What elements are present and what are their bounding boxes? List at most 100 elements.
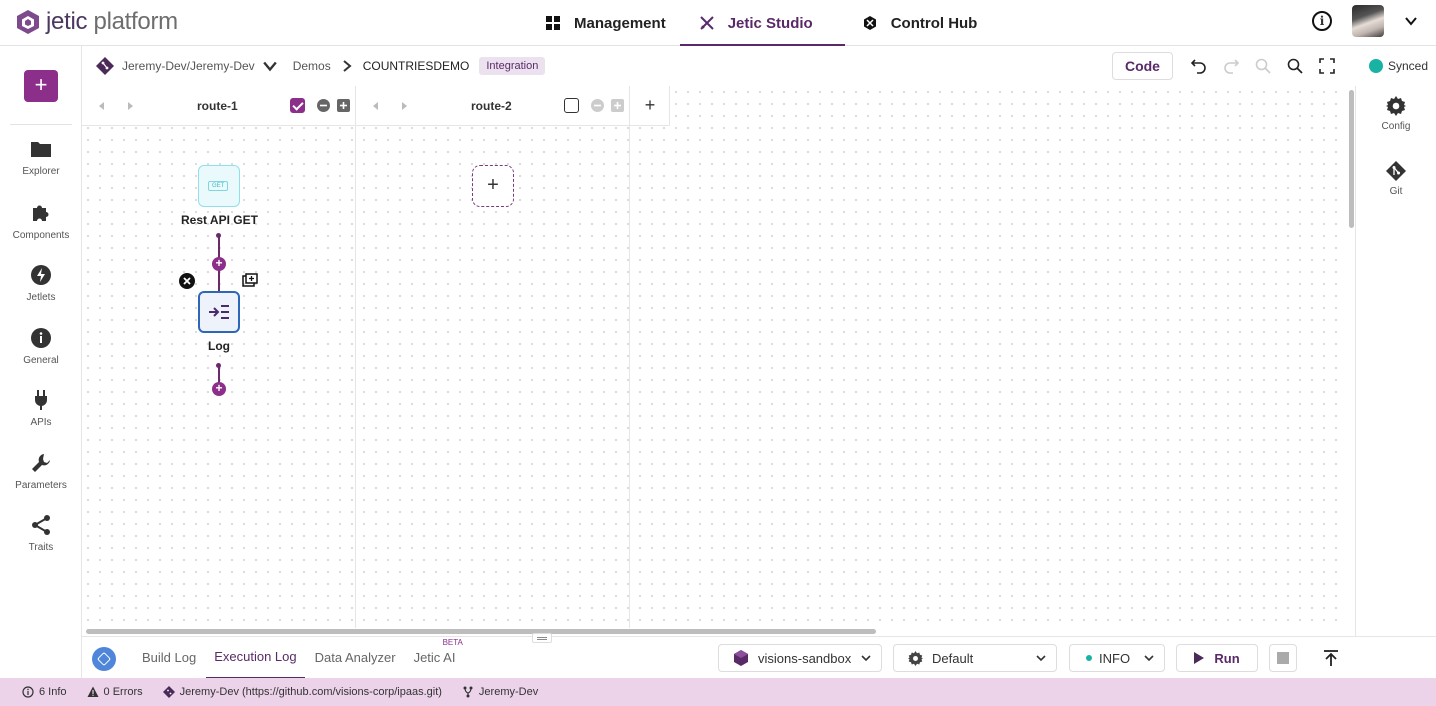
jetic-hex-logo-icon	[17, 10, 39, 34]
scroll-thumb[interactable]	[86, 629, 876, 634]
stop-button[interactable]	[1269, 644, 1297, 672]
log-node[interactable]	[198, 291, 240, 333]
log-icon	[209, 305, 229, 319]
tab-data-analyzer[interactable]: Data Analyzer	[307, 637, 404, 679]
breadcrumb-repo[interactable]: Jeremy-Dev/Jeremy-Dev	[122, 59, 255, 73]
sidebar-item-apis[interactable]: APIs	[0, 389, 82, 428]
vertical-scrollbar[interactable]	[1347, 86, 1355, 628]
sidebar-item-jetlets[interactable]: Jetlets	[0, 264, 82, 303]
breadcrumb-project[interactable]: COUNTRIESDEMO	[363, 59, 470, 73]
git-icon	[1386, 161, 1406, 181]
dev-env-icon[interactable]	[92, 647, 116, 671]
nav-management[interactable]: Management	[528, 0, 684, 46]
route-1-checkbox[interactable]	[290, 98, 305, 113]
route-1-name[interactable]: route-1	[197, 99, 238, 113]
redo-icon[interactable]	[1223, 58, 1239, 74]
repository-info[interactable]: Jeremy-Dev (https://github.com/visions-c…	[162, 686, 442, 698]
add-first-step-button[interactable]: +	[472, 165, 514, 207]
minus-icon[interactable]	[317, 99, 330, 112]
breadcrumb-bar: Jeremy-Dev/Jeremy-Dev Demos COUNTRIESDEM…	[82, 46, 1436, 86]
sidebar-item-parameters[interactable]: Parameters	[0, 452, 82, 491]
beta-badge: BETA	[442, 638, 463, 647]
fullscreen-icon[interactable]	[1319, 58, 1335, 74]
play-icon	[1194, 652, 1205, 664]
grid-icon	[546, 16, 560, 30]
arrow-right-icon[interactable]	[126, 100, 136, 112]
log-box[interactable]	[198, 291, 240, 333]
user-area: i	[1312, 5, 1418, 37]
integration-canvas[interactable]: route-1 route-2 + GET Rest API GET + Log…	[82, 86, 1354, 628]
zoom-out-icon[interactable]	[1255, 58, 1271, 74]
route-2-checkbox[interactable]	[564, 98, 579, 113]
get-tag: GET	[208, 181, 229, 191]
chevron-down-icon	[1036, 655, 1046, 662]
nav-jetic-studio[interactable]: Jetic Studio	[679, 0, 845, 46]
route-1-header: route-1	[82, 86, 356, 126]
info-icon[interactable]: i	[1312, 11, 1332, 31]
top-bar: jetic platform Management Jetic Studio C…	[0, 0, 1436, 46]
info-icon	[22, 686, 34, 698]
sidebar-item-components[interactable]: Components	[0, 202, 82, 241]
append-step-button[interactable]: +	[212, 382, 226, 396]
tab-build-log[interactable]: Build Log	[134, 637, 204, 679]
gear-icon	[1386, 96, 1406, 116]
delete-node-icon[interactable]	[179, 273, 195, 289]
zoom-in-icon[interactable]	[1287, 58, 1303, 74]
gear-icon	[908, 650, 923, 666]
branch-info[interactable]: Jeremy-Dev	[462, 686, 538, 698]
arrow-left-icon[interactable]	[370, 100, 380, 112]
arrow-right-icon[interactable]	[400, 100, 410, 112]
chevron-down-icon	[861, 655, 871, 662]
horizontal-scrollbar[interactable]	[82, 628, 1354, 636]
route-2-name[interactable]: route-2	[471, 99, 512, 113]
plus-square-icon[interactable]	[337, 99, 350, 112]
jetic-logo[interactable]: jetic platform	[16, 8, 178, 36]
panel-resize-handle[interactable]	[532, 633, 552, 643]
share-icon	[32, 515, 50, 535]
add-route-button[interactable]: +	[640, 96, 660, 116]
rest-api-box[interactable]: GET	[198, 165, 240, 207]
sidebar-item-explorer[interactable]: Explorer	[0, 138, 82, 177]
right-item-config[interactable]: Config	[1356, 96, 1436, 132]
right-panel: Config Git	[1355, 86, 1436, 636]
error-count[interactable]: 0 Errors	[87, 686, 143, 698]
branch-icon	[463, 686, 473, 698]
rest-api-get-label: Rest API GET	[181, 213, 258, 227]
brand-name: jetic platform	[46, 8, 178, 35]
git-diamond-icon	[162, 686, 175, 698]
collapse-panel-icon[interactable]	[1322, 649, 1340, 667]
wrench-icon	[32, 454, 50, 472]
plus-square-icon[interactable]	[611, 99, 624, 112]
log-level-select[interactable]: INFO	[1069, 644, 1165, 672]
chevron-down-icon[interactable]	[262, 59, 277, 73]
chevron-down-icon[interactable]	[1404, 14, 1418, 28]
tab-jetic-ai[interactable]: BETA Jetic AI	[406, 637, 464, 679]
left-sidebar: + Explorer Components Jetlets General AP…	[0, 46, 82, 678]
rest-api-get-node[interactable]: GET	[198, 165, 240, 207]
sidebar-divider	[10, 124, 72, 125]
info-count[interactable]: 6 Info	[22, 686, 67, 698]
sidebar-item-traits[interactable]: Traits	[0, 514, 82, 553]
git-diamond-icon	[96, 57, 114, 75]
hub-icon	[863, 16, 876, 30]
minus-icon[interactable]	[591, 99, 604, 112]
right-item-git[interactable]: Git	[1356, 161, 1436, 197]
status-dot-icon	[1086, 655, 1092, 661]
undo-icon[interactable]	[1190, 58, 1207, 74]
insert-step-button[interactable]: +	[212, 257, 226, 271]
folder-icon	[31, 142, 51, 157]
duplicate-node-icon[interactable]	[242, 273, 258, 287]
breadcrumb-folder[interactable]: Demos	[293, 59, 331, 73]
scroll-thumb[interactable]	[1349, 90, 1354, 228]
code-button[interactable]: Code	[1111, 52, 1173, 80]
plug-icon	[35, 390, 47, 410]
user-avatar[interactable]	[1352, 5, 1384, 37]
arrow-left-icon[interactable]	[96, 100, 106, 112]
tab-execution-log[interactable]: Execution Log	[206, 637, 305, 679]
run-button[interactable]: Run	[1176, 644, 1258, 672]
profile-select[interactable]: Default	[893, 644, 1057, 672]
nav-control-hub[interactable]: Control Hub	[845, 0, 996, 46]
sidebar-item-general[interactable]: General	[0, 327, 82, 366]
environment-select[interactable]: visions-sandbox	[718, 644, 882, 672]
add-button[interactable]: +	[24, 70, 58, 102]
